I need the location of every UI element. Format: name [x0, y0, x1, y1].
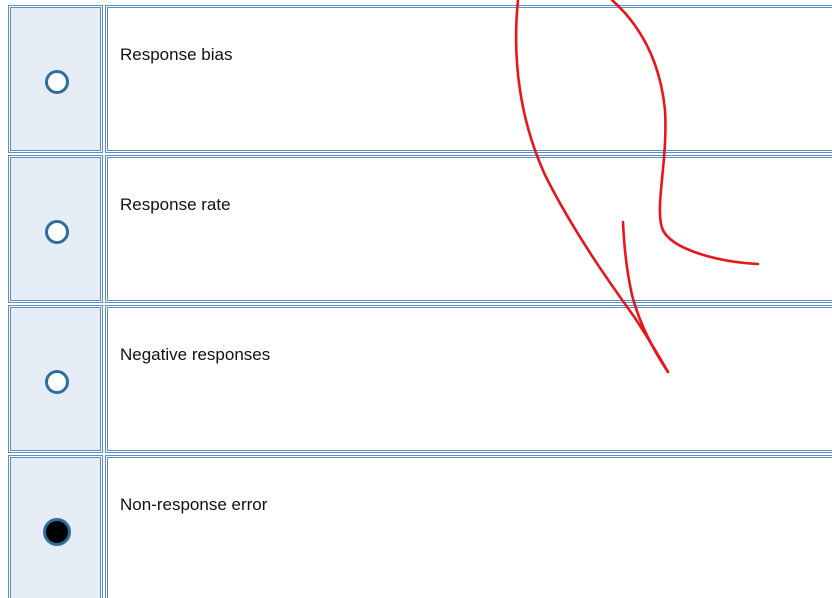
option-response-rate[interactable]: Response rate	[8, 155, 832, 303]
radio-button-negative-responses[interactable]	[45, 370, 69, 394]
option-label: Response bias	[120, 45, 233, 64]
answer-options: Response bias Response rate Negative res…	[0, 0, 832, 598]
option-response-bias[interactable]: Response bias	[8, 5, 832, 153]
option-non-response-error[interactable]: Non-response error	[8, 455, 832, 598]
option-label: Non-response error	[120, 495, 268, 514]
radio-cell[interactable]	[8, 5, 103, 153]
radio-button-non-response-error[interactable]	[43, 518, 71, 546]
option-label: Response rate	[120, 195, 231, 214]
option-text-cell[interactable]: Negative responses	[105, 305, 832, 453]
option-negative-responses[interactable]: Negative responses	[8, 305, 832, 453]
option-text-cell[interactable]: Response rate	[105, 155, 832, 303]
radio-cell[interactable]	[8, 455, 103, 598]
radio-button-response-bias[interactable]	[45, 70, 69, 94]
radio-cell[interactable]	[8, 305, 103, 453]
radio-button-response-rate[interactable]	[45, 220, 69, 244]
option-text-cell[interactable]: Response bias	[105, 5, 832, 153]
radio-cell[interactable]	[8, 155, 103, 303]
option-text-cell[interactable]: Non-response error	[105, 455, 832, 598]
option-label: Negative responses	[120, 345, 271, 364]
